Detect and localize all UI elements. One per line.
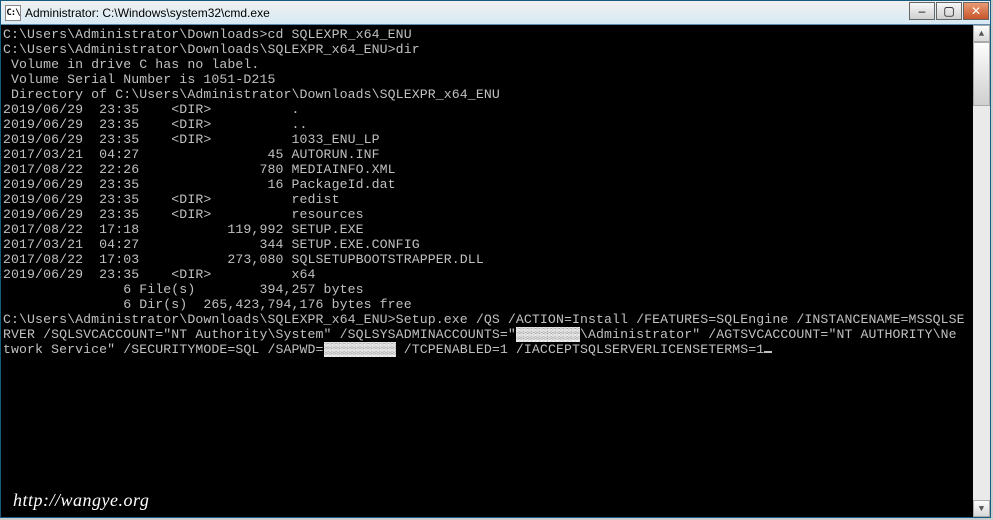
terminal-area: C:\Users\Administrator\Downloads>cd SQLE… [1,25,990,517]
scroll-thumb[interactable] [973,42,990,106]
text-cursor [764,351,772,353]
maximize-button[interactable]: ▢ [936,2,962,20]
cmd-window: C:\ Administrator: C:\Windows\system32\c… [0,0,991,518]
cmd-icon: C:\ [5,5,21,21]
titlebar[interactable]: C:\ Administrator: C:\Windows\system32\c… [1,1,990,25]
scroll-down-button[interactable]: ▼ [973,500,990,517]
redacted-account: ▓▓▓▓▓▓▓▓ [516,327,580,342]
scroll-up-button[interactable]: ▲ [973,25,990,42]
close-button[interactable]: ✕ [963,2,989,20]
vertical-scrollbar[interactable]: ▲ ▼ [973,25,990,517]
window-title: Administrator: C:\Windows\system32\cmd.e… [25,6,909,20]
redacted-password: ▓▓▓▓▓▓▓▓▓ [324,342,396,357]
terminal-output[interactable]: C:\Users\Administrator\Downloads>cd SQLE… [1,25,973,517]
minimize-button[interactable]: – [909,2,935,20]
scroll-track[interactable] [973,42,990,500]
window-buttons: – ▢ ✕ [909,1,990,24]
